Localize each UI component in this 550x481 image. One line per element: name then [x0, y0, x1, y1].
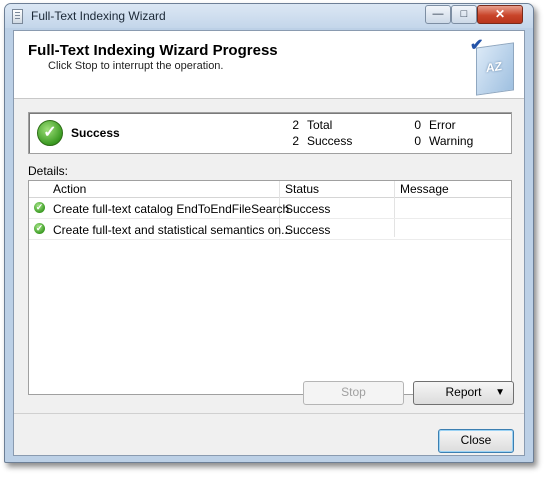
stop-button[interactable]: Stop	[303, 381, 404, 405]
dropdown-arrow-icon: ▼	[495, 387, 505, 398]
table-header: Action Status Message	[29, 181, 511, 198]
window-title: Full-Text Indexing Wizard	[31, 9, 166, 23]
wizard-client-area: Full-Text Indexing Wizard Progress Click…	[13, 30, 525, 456]
column-header-action[interactable]: Action	[53, 182, 86, 196]
maximize-button[interactable]: □	[451, 5, 477, 24]
column-header-status[interactable]: Status	[285, 182, 319, 196]
footer-divider	[14, 413, 524, 414]
row-action: Create full-text catalog EndToEndFileSea…	[53, 202, 290, 216]
warning-label: Warning	[429, 134, 474, 148]
table-row[interactable]: ✓ Create full-text catalog EndToEndFileS…	[29, 198, 511, 219]
page-subtitle: Click Stop to interrupt the operation.	[48, 60, 224, 72]
table-row[interactable]: ✓ Create full-text and statistical seman…	[29, 219, 511, 240]
report-button[interactable]: Report ▼	[413, 381, 514, 405]
total-label: Total	[307, 118, 333, 132]
error-count: 0	[414, 118, 421, 132]
document-icon	[12, 9, 23, 24]
row-action: Create full-text and statistical semanti…	[53, 223, 292, 237]
success-icon: ✓	[34, 202, 45, 213]
minimize-button[interactable]: —	[425, 5, 451, 24]
wizard-window: Full-Text Indexing Wizard — □ ✕ Full-Tex…	[4, 3, 534, 463]
success-icon: ✓	[34, 223, 45, 234]
warning-count: 0	[414, 134, 421, 148]
success-count: 2	[292, 134, 299, 148]
column-header-message[interactable]: Message	[400, 182, 449, 196]
details-label: Details:	[28, 164, 69, 178]
details-table[interactable]: Action Status Message ✓ Create full-text…	[28, 180, 512, 395]
row-status: Success	[285, 223, 331, 237]
row-status: Success	[285, 202, 331, 216]
error-label: Error	[429, 118, 456, 132]
wizard-header: Full-Text Indexing Wizard Progress Click…	[14, 31, 524, 99]
summary-status: Success	[71, 126, 120, 140]
checkmark-icon: ✔	[470, 37, 484, 54]
page-title: Full-Text Indexing Wizard Progress	[28, 42, 278, 59]
success-label: Success	[307, 134, 353, 148]
title-bar[interactable]: Full-Text Indexing Wizard — □ ✕	[5, 4, 533, 28]
book-label: AZ	[486, 59, 502, 76]
report-button-label: Report	[445, 385, 482, 399]
close-button[interactable]: Close	[438, 429, 514, 453]
total-count: 2	[292, 118, 299, 132]
success-icon: ✓	[37, 120, 63, 146]
close-window-button[interactable]: ✕	[477, 5, 523, 24]
summary-panel: ✓ Success 2 Total 2 Success 0 Error 0 Wa…	[28, 112, 512, 154]
